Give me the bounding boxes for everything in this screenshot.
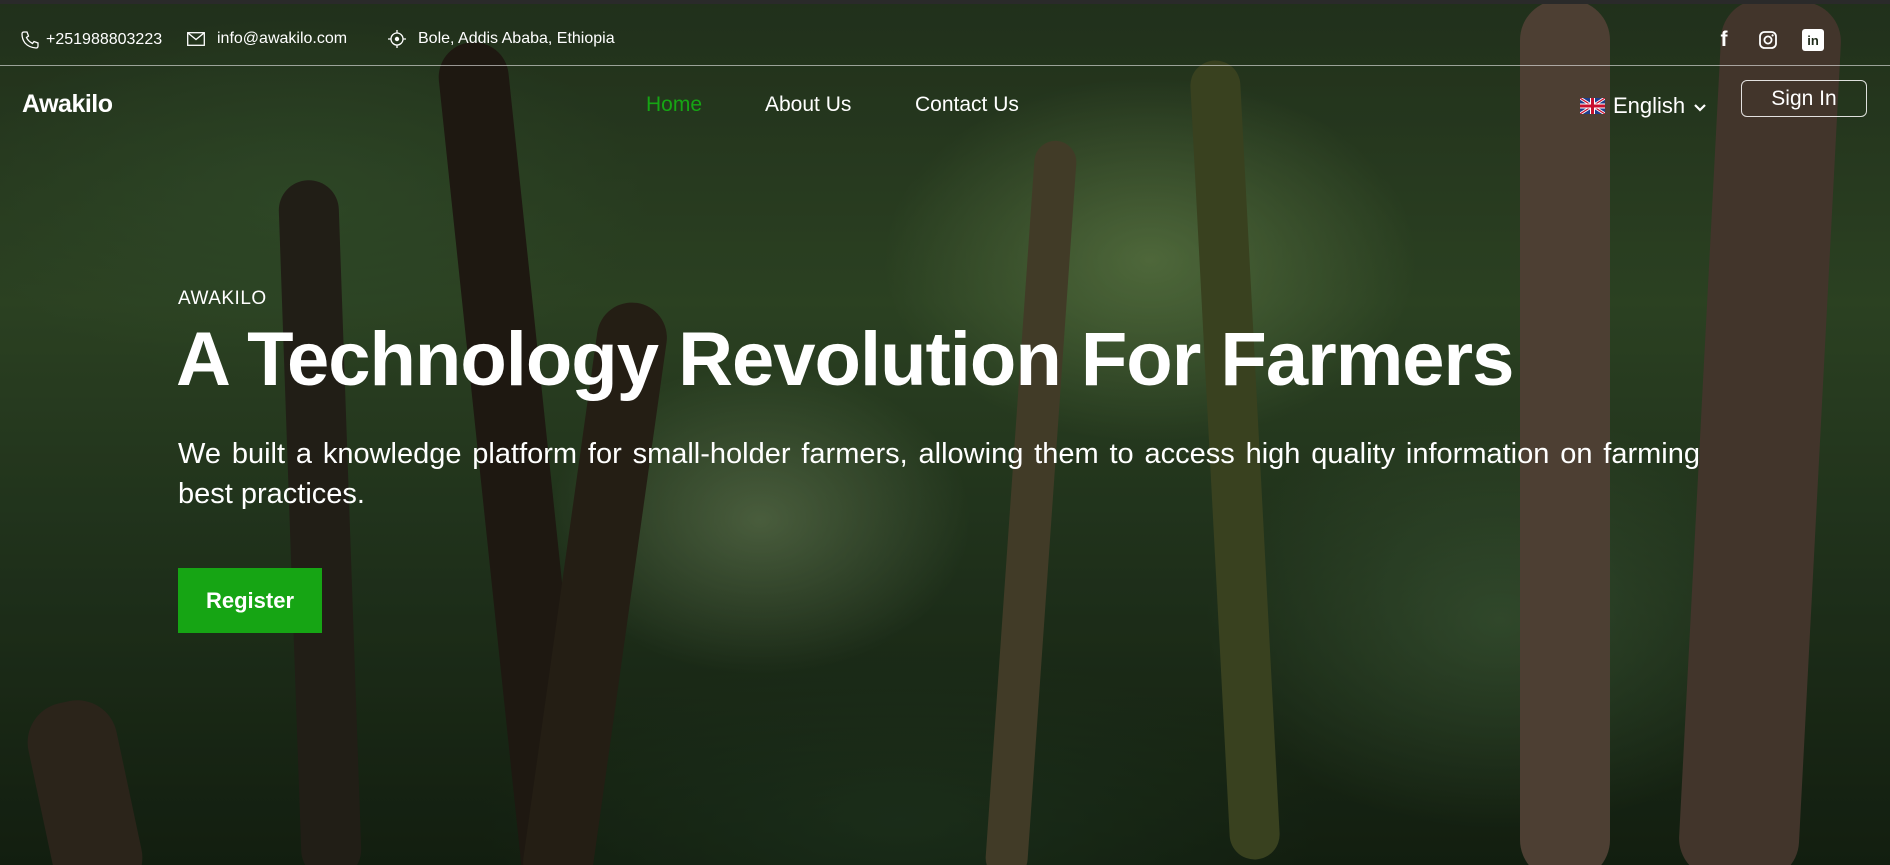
address-info: Bole, Addis Ababa, Ethiopia [388,30,615,48]
nav-about-link[interactable]: About Us [765,93,851,117]
language-label: English [1613,93,1686,118]
phone-icon [20,30,40,50]
phone-number: +251988803223 [46,31,163,48]
address-text: Bole, Addis Ababa, Ethiopia [418,30,615,47]
sign-in-button[interactable]: Sign In [1741,80,1867,117]
instagram-icon[interactable] [1756,28,1780,52]
language-selector[interactable]: English [1580,93,1707,119]
linkedin-icon[interactable]: in [1801,28,1825,52]
uk-flag-icon [1580,98,1605,114]
email-info[interactable]: info@awakilo.com [187,30,347,48]
facebook-icon[interactable]: f [1712,28,1736,52]
phone-info[interactable]: +251988803223 [20,30,162,50]
nav-contact-link[interactable]: Contact Us [915,93,1019,117]
mail-icon [187,32,205,46]
chevron-down-icon [1693,93,1707,119]
register-button[interactable]: Register [178,568,322,633]
hero-eyebrow: AWAKILO [178,288,267,309]
hero-headline: A Technology Revolution For Farmers [176,317,1514,402]
site-logo[interactable]: Awakilo [22,90,113,119]
hero-description: We built a knowledge platform for small-… [178,438,1700,510]
location-icon [388,30,406,48]
main-navbar: Awakilo Home About Us Contact Us English… [0,66,1890,146]
contact-info-bar: +251988803223 info@awakilo.com Bole, Add… [0,4,1890,66]
nav-home-link[interactable]: Home [646,93,702,117]
email-address: info@awakilo.com [217,30,348,47]
